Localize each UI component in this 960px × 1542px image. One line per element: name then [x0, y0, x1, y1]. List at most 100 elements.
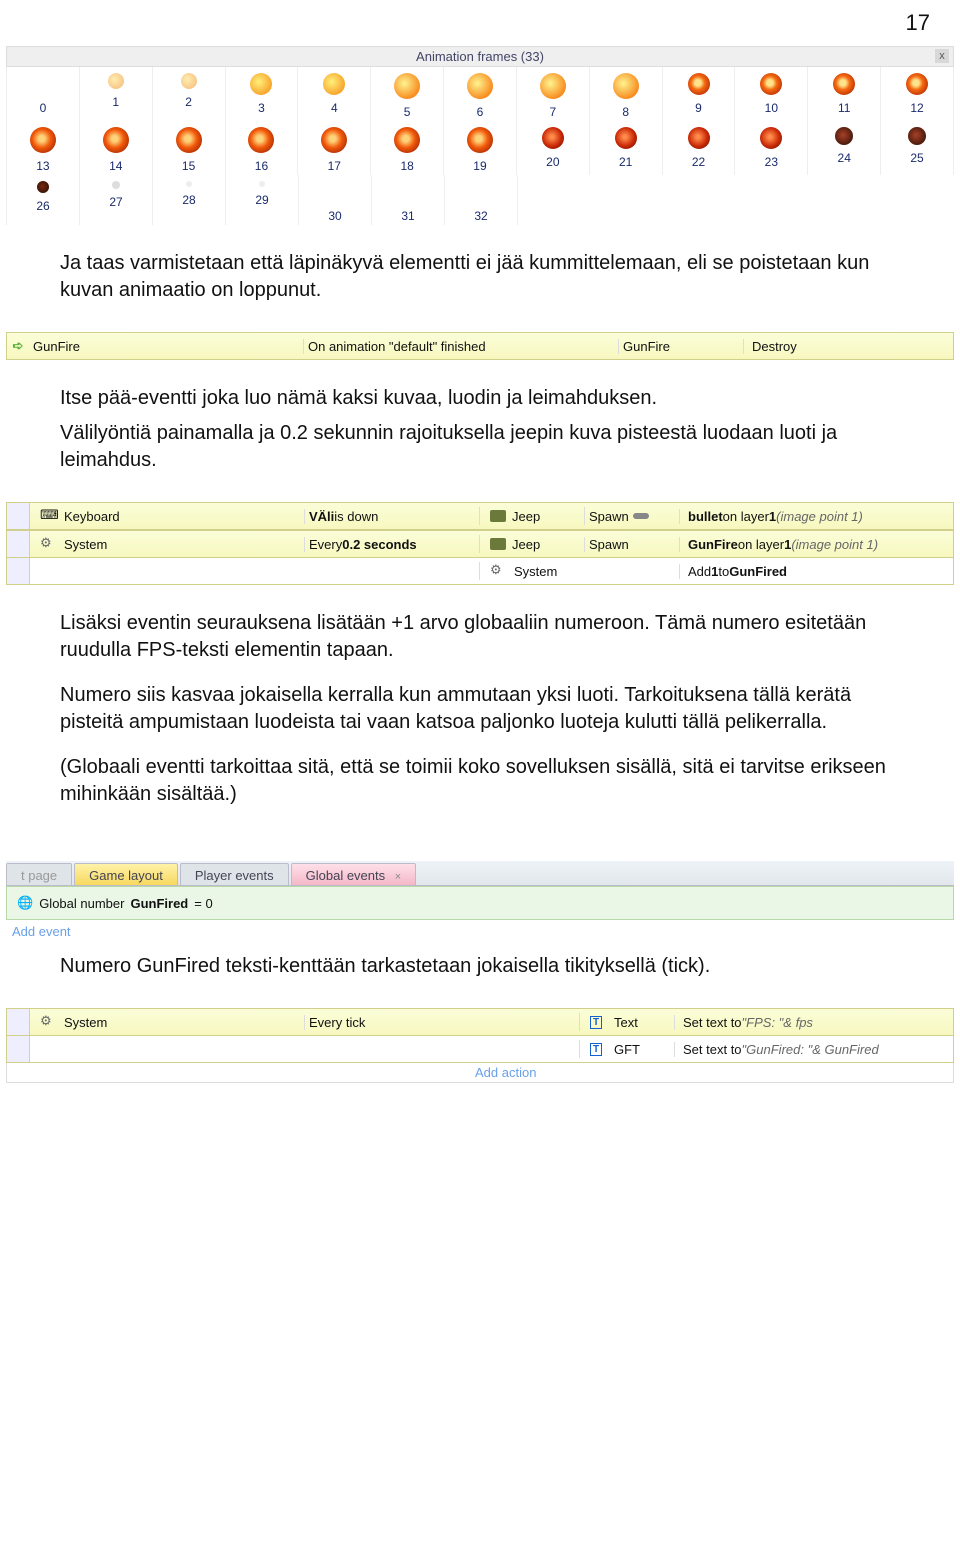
animation-frame-cell[interactable]: 26: [6, 175, 80, 225]
animation-frame-cell[interactable]: 5: [371, 67, 444, 121]
animation-frame-cell[interactable]: 11: [808, 67, 881, 121]
action-text: Set text to: [683, 1015, 742, 1030]
animation-frame-cell[interactable]: 22: [663, 121, 736, 175]
frame-number: 0: [7, 101, 79, 115]
frame-sprite: [760, 73, 782, 95]
frame-number: 8: [590, 105, 662, 119]
text-icon: [590, 1013, 608, 1031]
animation-frame-cell[interactable]: 6: [444, 67, 517, 121]
tabs-panel: t page Game layout Player events Global …: [6, 861, 954, 943]
frame-sprite: [542, 127, 564, 149]
animation-frame-cell[interactable]: 20: [517, 121, 590, 175]
animation-frame-cell[interactable]: 27: [80, 175, 153, 225]
frame-number: 11: [808, 101, 880, 115]
frame-sprite: [835, 127, 853, 145]
animation-frame-cell[interactable]: 9: [663, 67, 736, 121]
frame-sprite: [688, 127, 710, 149]
animation-frame-cell[interactable]: 17: [298, 121, 371, 175]
frame-sprite: [760, 127, 782, 149]
frame-number: 10: [735, 101, 807, 115]
paragraph: (Globaali eventti tarkoittaa sitä, että …: [60, 754, 900, 808]
action-spawn-name: bullet: [688, 509, 723, 524]
action-text: on layer: [723, 509, 769, 524]
tab-label: Global events: [306, 868, 386, 883]
action-string: "FPS: ": [742, 1015, 784, 1030]
animation-frame-cell[interactable]: 29: [226, 175, 299, 225]
frame-number: 14: [80, 159, 152, 173]
action-object: System: [514, 564, 557, 579]
frame-number: 3: [226, 101, 298, 115]
frame-sprite: [181, 73, 197, 89]
animation-frame-cell[interactable]: 3: [226, 67, 299, 121]
animation-frame-cell[interactable]: 14: [80, 121, 153, 175]
globe-icon: [17, 895, 33, 911]
tab-close-icon[interactable]: ×: [395, 871, 401, 883]
event-sheet-block: Keyboard VÄli is down Jeep Spawn bullet …: [6, 502, 954, 585]
action-text: Set text to: [683, 1042, 742, 1057]
animation-frame-cell[interactable]: 30: [299, 175, 372, 225]
frame-number: 9: [663, 101, 735, 115]
animation-frame-cell[interactable]: 4: [298, 67, 371, 121]
condition-object: System: [64, 1015, 107, 1030]
frame-sprite: [321, 127, 347, 153]
animation-frame-cell[interactable]: 31: [372, 175, 445, 225]
frame-sprite: [324, 181, 346, 203]
frame-sprite: [833, 73, 855, 95]
event-condition-text: On animation "default" finished: [308, 339, 486, 354]
jeep-icon: [490, 510, 506, 522]
frame-sprite: [32, 73, 54, 95]
frame-sprite: [688, 73, 710, 95]
frame-number: 2: [153, 95, 225, 109]
event-arrow-icon: ➪: [7, 338, 29, 354]
close-icon[interactable]: x: [935, 49, 949, 63]
animation-frame-cell[interactable]: 8: [590, 67, 663, 121]
frame-number: 17: [298, 159, 370, 173]
animation-frame-cell[interactable]: 15: [153, 121, 226, 175]
animation-frame-cell[interactable]: 1: [80, 67, 153, 121]
action-text: Add: [688, 564, 711, 579]
tab-trimmed[interactable]: t page: [6, 863, 72, 885]
frame-sprite: [467, 73, 493, 99]
action-var: GunFired: [729, 564, 787, 579]
condition-text: is down: [334, 509, 378, 524]
animation-frame-cell[interactable]: 12: [881, 67, 954, 121]
frame-sprite: [103, 127, 129, 153]
animation-frame-cell[interactable]: 28: [153, 175, 226, 225]
add-action-link[interactable]: Add action: [6, 1063, 954, 1083]
animation-frame-cell[interactable]: 10: [735, 67, 808, 121]
condition-key: VÄli: [309, 509, 334, 524]
animation-frame-cell[interactable]: 2: [153, 67, 226, 121]
frame-number: 30: [299, 209, 371, 223]
frame-sprite: [394, 73, 420, 99]
animation-frame-cell[interactable]: 21: [590, 121, 663, 175]
animation-frame-cell[interactable]: 0: [6, 67, 80, 121]
animation-frame-cell[interactable]: 23: [735, 121, 808, 175]
frame-sprite: [540, 73, 566, 99]
frame-number: 32: [445, 209, 517, 223]
frame-sprite: [112, 181, 120, 189]
condition-object: System: [64, 537, 107, 552]
gear-icon: [40, 535, 58, 553]
animation-frame-cell[interactable]: 19: [444, 121, 517, 175]
action-tail: (image point 1): [776, 509, 863, 524]
add-event-link[interactable]: Add event: [6, 920, 954, 943]
animation-frame-cell[interactable]: 16: [226, 121, 299, 175]
animation-frame-cell[interactable]: 32: [445, 175, 518, 225]
tab-global-events[interactable]: Global events ×: [291, 863, 417, 885]
frame-number: 23: [735, 155, 807, 169]
animation-frame-cell[interactable]: 18: [371, 121, 444, 175]
tab-game-layout[interactable]: Game layout: [74, 863, 178, 885]
frame-sprite: [176, 127, 202, 153]
frame-number: 13: [7, 159, 79, 173]
frame-number: 22: [663, 155, 735, 169]
tab-player-events[interactable]: Player events: [180, 863, 289, 885]
condition-text: Every: [309, 537, 342, 552]
animation-frame-cell[interactable]: 25: [881, 121, 954, 175]
animation-frame-cell[interactable]: 13: [6, 121, 80, 175]
animation-frame-cell[interactable]: 7: [517, 67, 590, 121]
animation-frame-cell[interactable]: 24: [808, 121, 881, 175]
action-object: Jeep: [512, 509, 540, 524]
animation-frames-titlebar: Animation frames (33) x: [6, 46, 954, 67]
action-expr: & GunFired: [812, 1042, 878, 1057]
action-layer: 1: [784, 537, 791, 552]
